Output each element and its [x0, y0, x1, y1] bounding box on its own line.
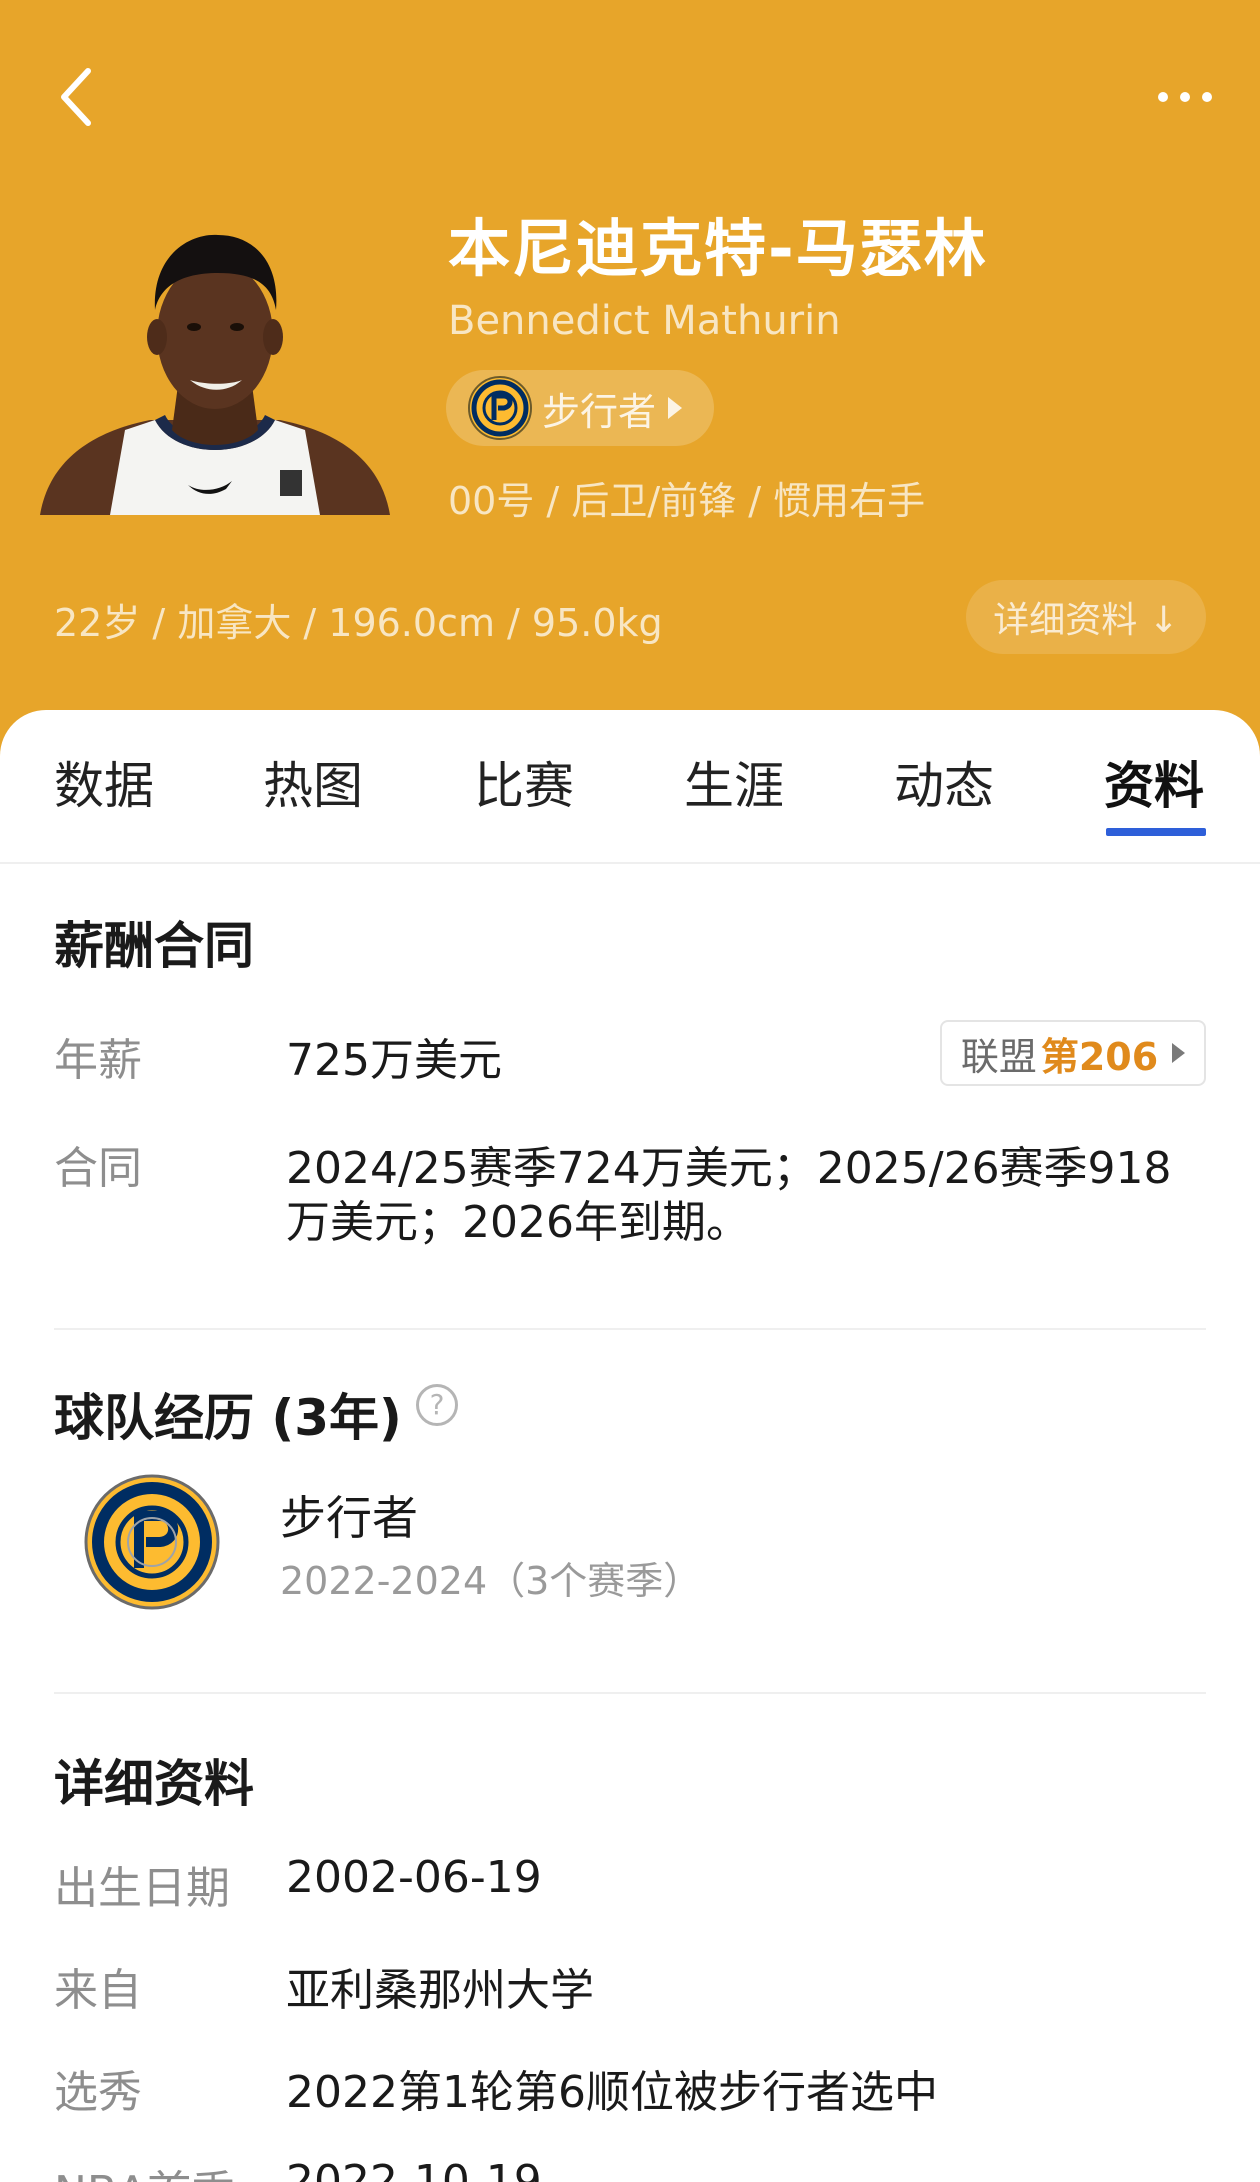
- chevron-right-icon: [1172, 1043, 1186, 1063]
- player-name-cn: 本尼迪克特-马瑟林: [448, 212, 988, 285]
- draft-label: 选秀: [54, 2067, 142, 2118]
- history-team-name[interactable]: 步行者: [280, 1482, 418, 1548]
- annual-salary-label: 年薪: [54, 1035, 142, 1086]
- chevron-left-icon: [61, 68, 91, 126]
- chevron-right-icon: [668, 397, 683, 419]
- tab-profile[interactable]: 资料: [1104, 746, 1204, 818]
- team-history-title: 球队经历 (3年): [54, 1389, 402, 1447]
- tab-career[interactable]: 生涯: [684, 746, 784, 818]
- origin-label: 来自: [54, 1965, 142, 2016]
- section-divider: [54, 1328, 1206, 1330]
- back-button[interactable]: [46, 62, 106, 132]
- section-divider: [54, 1692, 1206, 1694]
- team-chip-label: 步行者: [542, 389, 657, 434]
- tab-stats[interactable]: 数据: [54, 746, 154, 818]
- league-rank-button[interactable]: 联盟 第206: [940, 1020, 1206, 1086]
- contract-value-line2: 万美元；2026年到期。: [286, 1197, 750, 1248]
- draft-value: 2022第1轮第6顺位被步行者选中: [286, 2067, 938, 2118]
- pacers-logo-icon[interactable]: [84, 1474, 220, 1610]
- more-options-button[interactable]: [1140, 72, 1230, 122]
- birthdate-value: 2002-06-19: [286, 1852, 542, 1903]
- nba-debut-value: 2022-10-19: [286, 2156, 542, 2182]
- origin-value: 亚利桑那州大学: [286, 1965, 594, 2016]
- help-icon[interactable]: ?: [416, 1384, 458, 1426]
- salary-section-title: 薪酬合同: [54, 917, 254, 975]
- detail-info-button[interactable]: 详细资料 ↓: [966, 580, 1206, 654]
- tab-news[interactable]: 动态: [894, 746, 994, 818]
- league-rank-label: 联盟: [960, 1034, 1037, 1079]
- birthdate-label: 出生日期: [54, 1863, 230, 1914]
- player-header: 本尼迪克特-马瑟林 Bennedict Mathurin 步行者 00号 / 后…: [0, 0, 1260, 760]
- player-name-en: Bennedict Mathurin: [448, 298, 841, 344]
- player-number-position: 00号 / 后卫/前锋 / 惯用右手: [448, 479, 926, 523]
- nba-debut-label: NBA首秀: [54, 2156, 235, 2182]
- contract-label: 合同: [54, 1143, 142, 1194]
- player-bio-line: 22岁 / 加拿大 / 196.0cm / 95.0kg: [54, 601, 663, 645]
- details-section-title: 详细资料: [54, 1755, 254, 1813]
- pacers-logo-icon: [468, 376, 532, 440]
- tab-heatmap[interactable]: 热图: [263, 746, 363, 818]
- history-team-years: 2022-2024（3个赛季）: [280, 1559, 702, 1603]
- team-chip[interactable]: 步行者: [446, 370, 714, 446]
- annual-salary-value: 725万美元: [286, 1035, 502, 1086]
- more-dots-icon: [1158, 92, 1168, 102]
- tab-games[interactable]: 比赛: [474, 746, 574, 818]
- tab-bar: 数据 热图 比赛 生涯 动态 资料: [0, 710, 1260, 864]
- player-avatar: [40, 215, 390, 515]
- active-tab-indicator: [1106, 828, 1206, 836]
- league-rank-value: 第206: [1040, 1034, 1159, 1079]
